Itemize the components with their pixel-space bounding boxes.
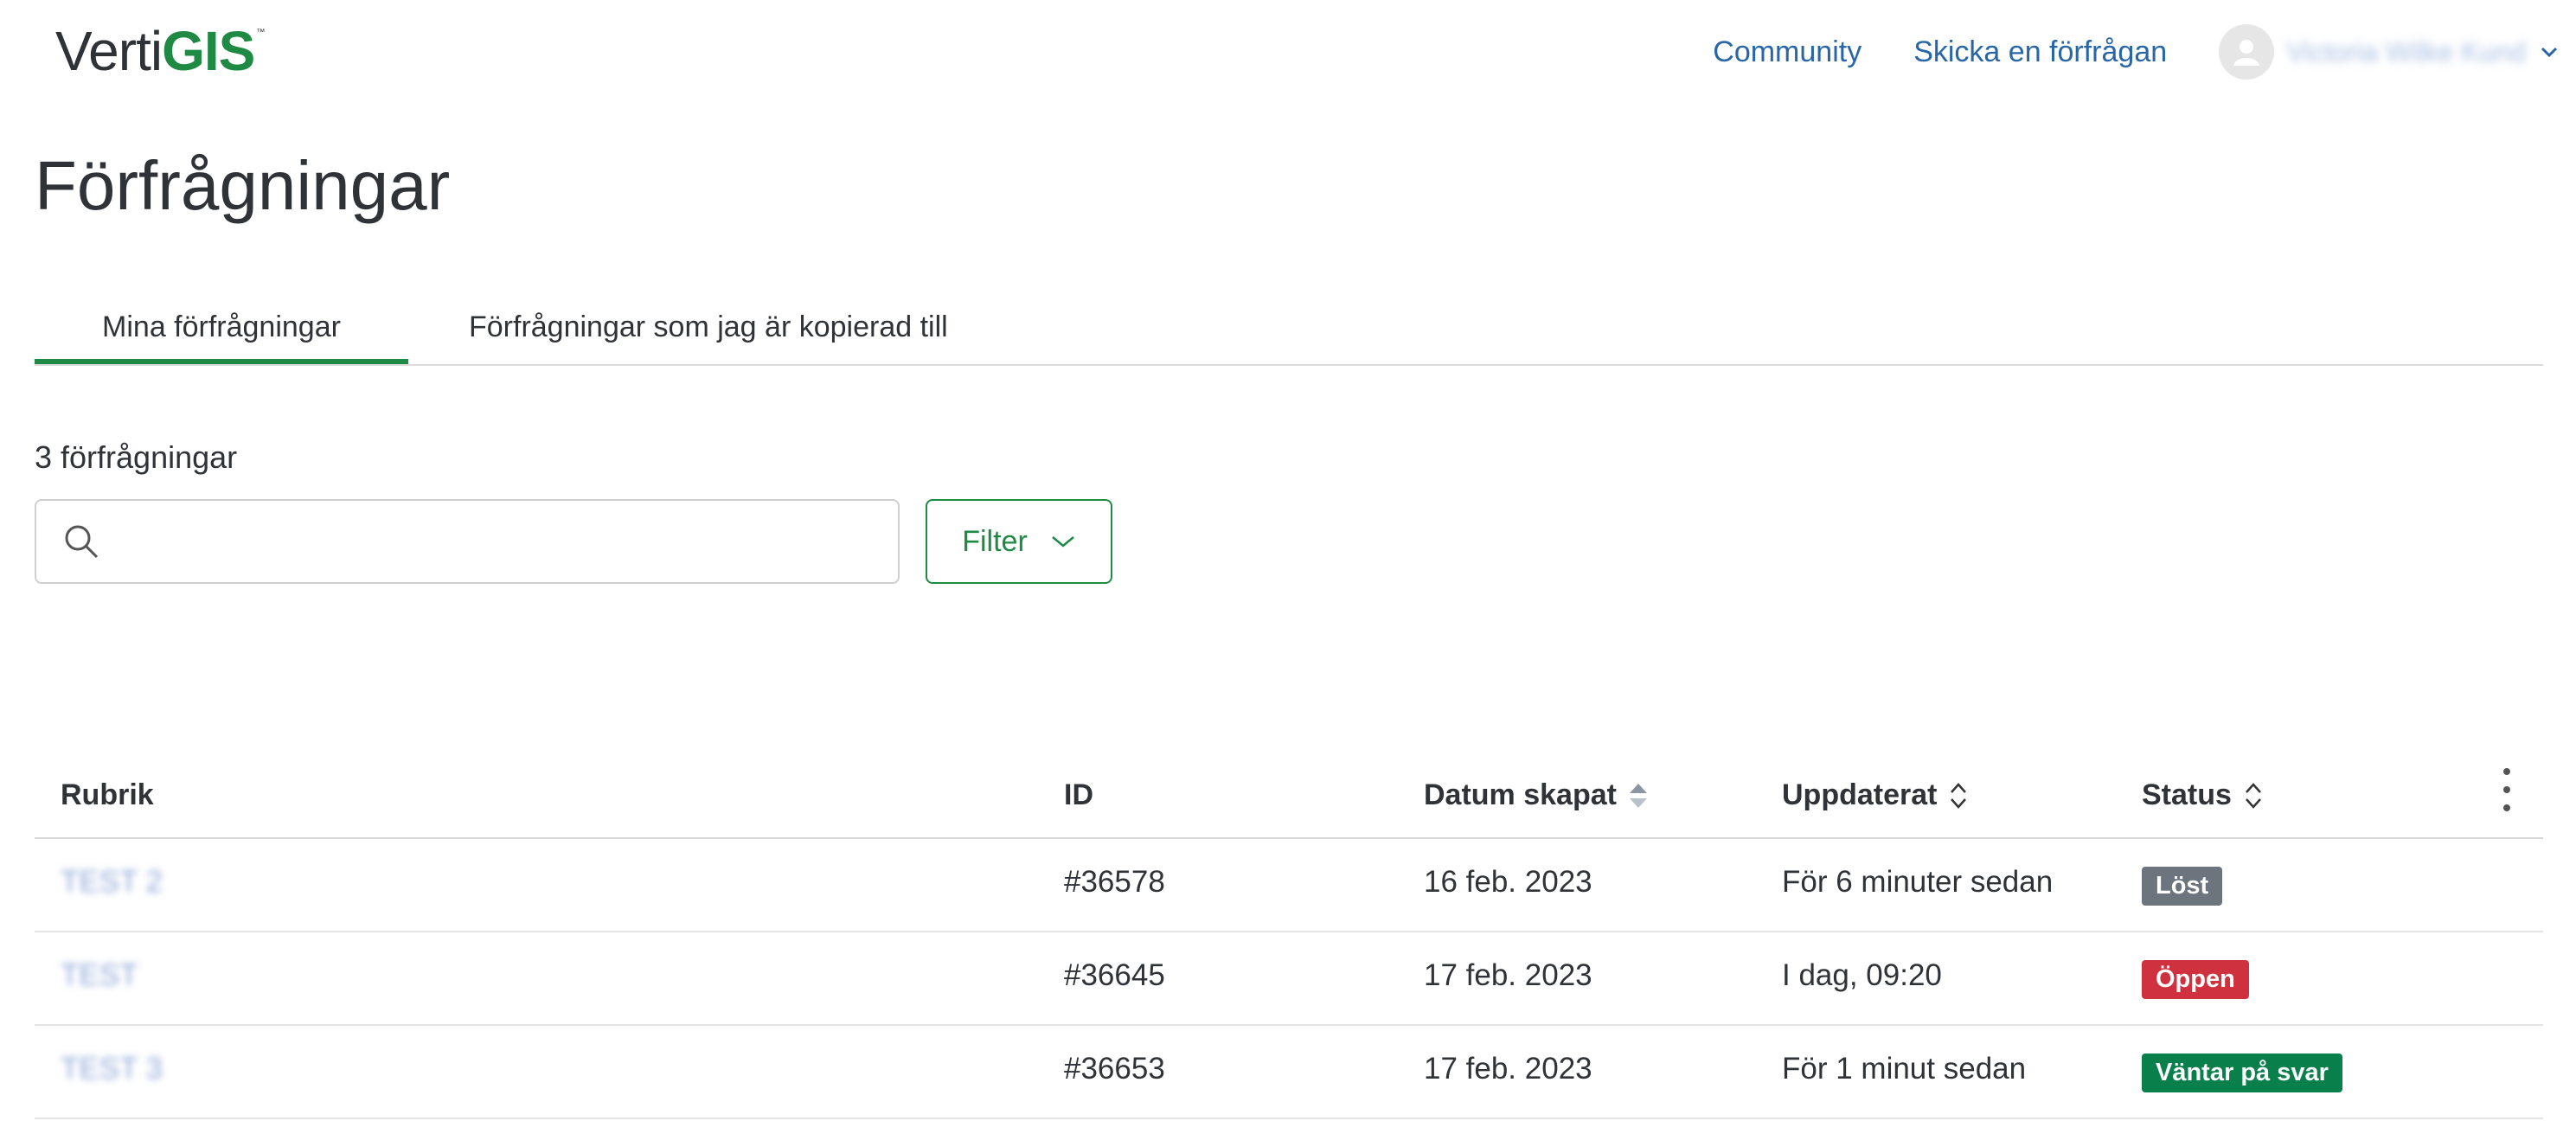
table-row[interactable]: TEST 2 #36578 16 feb. 2023 För 6 minuter…	[35, 839, 2543, 932]
column-label-subject: Rubrik	[61, 778, 154, 811]
tab-my-requests[interactable]: Mina förfrågningar	[35, 290, 408, 364]
column-header-status[interactable]: Status	[2142, 778, 2265, 812]
request-updated: I dag, 09:20	[1782, 958, 1942, 992]
logo-verti-text: Verti	[55, 20, 163, 82]
nav-submit-request-link[interactable]: Skicka en förfrågan	[1913, 35, 2167, 69]
requests-table: Rubrik ID Datum skapat Uppdaterat Status…	[35, 753, 2543, 1119]
tab-bar: Mina förfrågningar Förfrågningar som jag…	[35, 290, 2543, 366]
request-created-date: 17 feb. 2023	[1424, 1052, 1592, 1086]
search-input[interactable]	[118, 524, 898, 559]
filter-label: Filter	[962, 524, 1028, 558]
column-header-updated[interactable]: Uppdaterat	[1782, 778, 1970, 812]
request-id: #36578	[1064, 865, 1165, 899]
chevron-down-icon	[2540, 46, 2559, 58]
column-header-subject: Rubrik	[61, 778, 154, 812]
user-name: Victoria Wilke Kund	[2286, 35, 2526, 67]
column-header-created[interactable]: Datum skapat	[1424, 778, 1650, 812]
column-label-updated: Uppdaterat	[1782, 778, 1938, 811]
column-label-status: Status	[2142, 778, 2232, 811]
request-subject-link[interactable]: TEST 3	[61, 1052, 163, 1086]
logo-gis-text: GIS	[162, 20, 255, 82]
page-title: Förfrågningar	[35, 147, 451, 224]
request-updated: För 6 minuter sedan	[1782, 865, 2054, 899]
request-count: 3 förfrågningar	[35, 439, 238, 475]
request-id: #36653	[1064, 1052, 1165, 1086]
request-created-date: 17 feb. 2023	[1424, 958, 1592, 992]
top-navigation: Community Skicka en förfrågan Victoria W…	[1661, 24, 2559, 80]
search-box	[35, 499, 900, 584]
search-icon	[62, 522, 100, 560]
status-badge: Löst	[2142, 867, 2223, 906]
request-id: #36645	[1064, 958, 1165, 992]
request-created-date: 16 feb. 2023	[1424, 865, 1592, 899]
sort-active-icon	[1629, 783, 1647, 808]
table-row[interactable]: TEST #36645 17 feb. 2023 I dag, 09:20 Öp…	[35, 932, 2543, 1026]
table-header: Rubrik ID Datum skapat Uppdaterat Status	[35, 753, 2543, 839]
filter-button[interactable]: Filter	[926, 499, 1112, 584]
request-updated: För 1 minut sedan	[1782, 1052, 2027, 1086]
request-subject-link[interactable]: TEST	[61, 958, 138, 993]
tab-cc-requests[interactable]: Förfrågningar som jag är kopierad till	[469, 290, 948, 364]
status-badge: Öppen	[2142, 960, 2249, 999]
sort-icon	[2245, 782, 2261, 809]
column-header-id: ID	[1064, 778, 1093, 812]
kebab-menu-icon[interactable]	[2498, 768, 2515, 811]
nav-community-link[interactable]: Community	[1713, 35, 1862, 69]
status-badge: Väntar på svar	[2142, 1054, 2342, 1092]
column-label-id: ID	[1064, 778, 1093, 811]
sort-icon	[1951, 782, 1967, 809]
request-subject-link[interactable]: TEST 2	[61, 865, 163, 900]
vertigis-logo[interactable]: VertiGIS ™	[55, 21, 265, 81]
table-row[interactable]: TEST 3 #36653 17 feb. 2023 För 1 minut s…	[35, 1026, 2543, 1119]
chevron-down-icon	[1050, 534, 1076, 549]
user-avatar-icon	[2219, 24, 2275, 80]
user-menu[interactable]: Victoria Wilke Kund	[2219, 24, 2559, 80]
column-label-created: Datum skapat	[1424, 778, 1617, 811]
logo-trademark: ™	[256, 28, 266, 37]
